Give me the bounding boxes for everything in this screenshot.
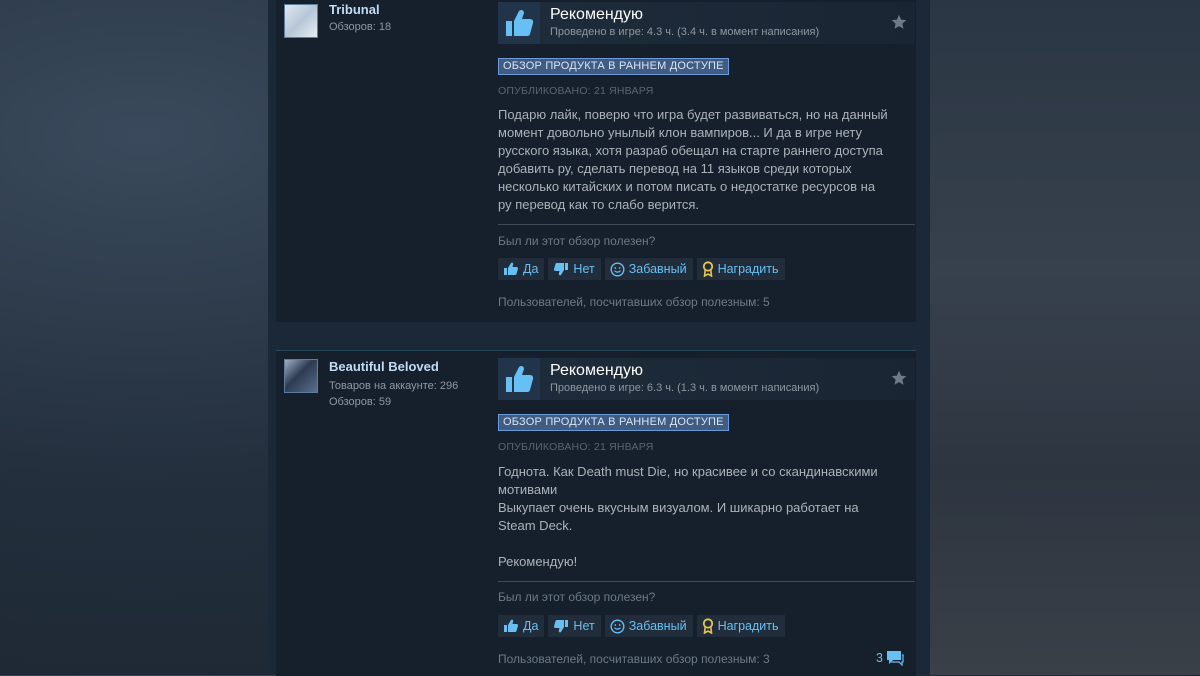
vote-yes-label: Да — [523, 262, 539, 276]
vote-no-button[interactable]: Нет — [548, 615, 601, 637]
hours-played: Проведено в игре: 4.3 ч. (3.4 ч. в момен… — [550, 26, 820, 38]
review-text-line: ру перевод как то слабо верится. — [498, 197, 700, 212]
posted-date: ОПУБЛИКОВАНО: 21 ЯНВАРЯ — [498, 441, 654, 453]
vote-no-label: Нет — [573, 262, 595, 276]
reviewer-name[interactable]: Tribunal — [329, 2, 380, 17]
vote-yes-label: Да — [523, 619, 539, 633]
review-text: Подарю лайк, поверю что игра будет разви… — [498, 106, 908, 214]
helpful-question: Был ли этот обзор полезен? — [498, 590, 656, 604]
vote-no-button[interactable]: Нет — [548, 258, 601, 280]
thumbs-up-icon — [504, 262, 518, 275]
review-text-line: Выкупает очень вкусным визуалом. И шикар… — [498, 500, 859, 515]
hours-played: Проведено в игре: 6.3 ч. (1.3 ч. в момен… — [550, 382, 820, 394]
reviewer-name[interactable]: Beautiful Beloved — [329, 359, 439, 374]
early-access-badge: ОБЗОР ПРОДУКТА В РАННЕМ ДОСТУПЕ — [498, 414, 729, 431]
vote-yes-button[interactable]: Да — [498, 258, 545, 280]
divider — [498, 224, 915, 225]
thumbs-up-icon — [498, 2, 540, 44]
vote-funny-button[interactable]: Забавный — [604, 615, 693, 637]
smiley-icon — [610, 618, 625, 634]
early-access-badge: ОБЗОР ПРОДУКТА В РАННЕМ ДОСТУПЕ — [498, 58, 729, 75]
vote-funny-label: Забавный — [628, 619, 687, 633]
vote-buttons: Да Нет Забавный Наградить — [498, 615, 785, 637]
review-text-line — [498, 535, 908, 553]
reviewer-review-count: Обзоров: 59 — [329, 396, 392, 408]
reviewer-products-count: Товаров на аккаунте: 296 — [329, 380, 459, 392]
review-text: Годнота. Как Death must Die, но красивее… — [498, 463, 908, 571]
review-text-line: Рекомендую! — [498, 554, 578, 569]
award-label: Наградить — [717, 619, 779, 633]
review-text-line: добавить ру, сделать перевод на 11 языко… — [498, 161, 852, 176]
divider — [498, 581, 915, 582]
vote-yes-button[interactable]: Да — [498, 615, 545, 637]
award-label: Наградить — [717, 262, 779, 276]
review-text-line: Подарю лайк, поверю что игра будет разви… — [498, 107, 888, 122]
reviewer-review-count: Обзоров: 18 — [329, 21, 392, 33]
vote-funny-label: Забавный — [628, 262, 687, 276]
review-card: Tribunal Обзоров: 18 Рекомендую Проведен… — [276, 0, 916, 322]
review-header[interactable]: Рекомендую Проведено в игре: 6.3 ч. (1.3… — [498, 358, 915, 400]
review-verdict: Рекомендую — [550, 6, 644, 23]
thumbs-up-icon — [498, 358, 540, 400]
helpful-question: Был ли этот обзор полезен? — [498, 234, 656, 248]
thumbs-down-icon — [554, 263, 569, 276]
avatar[interactable] — [284, 4, 318, 38]
review-text-line: Годнота. Как Death must Die, но красивее… — [498, 464, 878, 479]
posted-date: ОПУБЛИКОВАНО: 21 ЯНВАРЯ — [498, 85, 654, 97]
review-text-line: мотивами — [498, 482, 558, 497]
page-background-right — [930, 0, 1200, 675]
vote-no-label: Нет — [573, 619, 595, 633]
award-button[interactable]: Наградить — [696, 615, 785, 637]
review-text-line: русского языка, хотя разраб обещал на ст… — [498, 143, 883, 158]
comment-icon — [887, 651, 904, 666]
award-icon — [702, 618, 713, 634]
award-button[interactable]: Наградить — [696, 258, 785, 280]
avatar[interactable] — [284, 359, 318, 393]
vote-buttons: Да Нет Забавный Наградить — [498, 258, 785, 280]
vote-funny-button[interactable]: Забавный — [604, 258, 693, 280]
review-text-line: момент довольно унылый клон вампиров... … — [498, 125, 862, 140]
helpful-count: Пользователей, посчитавших обзор полезны… — [498, 652, 770, 666]
star-icon[interactable] — [891, 370, 907, 391]
thumbs-down-icon — [554, 620, 569, 633]
star-icon[interactable] — [891, 14, 907, 35]
helpful-count: Пользователей, посчитавших обзор полезны… — [498, 295, 770, 309]
review-text-line: Steam Deck. — [498, 518, 573, 533]
smiley-icon — [610, 261, 625, 277]
review-verdict: Рекомендую — [550, 362, 644, 379]
award-icon — [702, 261, 713, 277]
review-header[interactable]: Рекомендую Проведено в игре: 4.3 ч. (3.4… — [498, 2, 915, 44]
comment-count: 3 — [876, 651, 883, 665]
review-card: Beautiful Beloved Товаров на аккаунте: 2… — [276, 350, 916, 676]
review-text-line: несколько китайских и потом писать о нед… — [498, 179, 876, 194]
comments-link[interactable]: 3 — [876, 650, 904, 666]
thumbs-up-icon — [504, 619, 518, 632]
